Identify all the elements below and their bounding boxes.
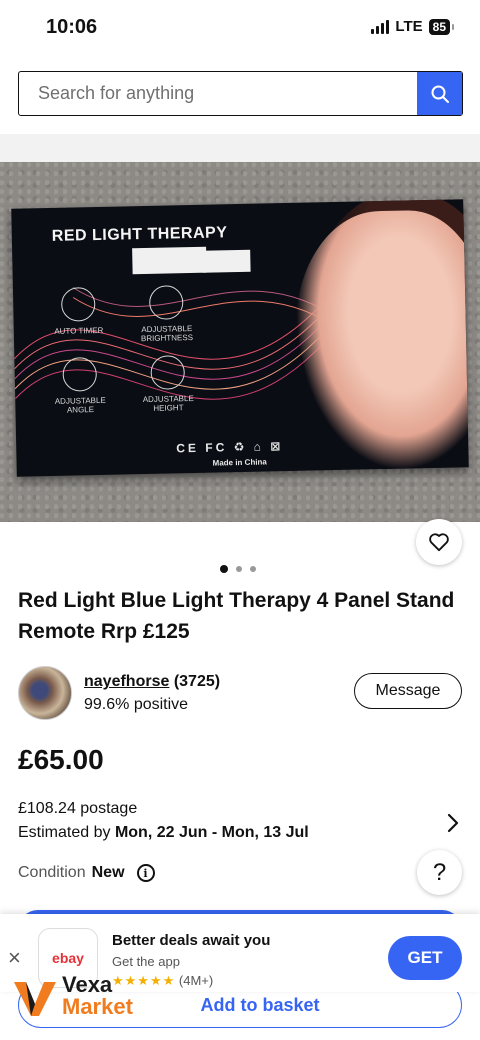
status-time: 10:06: [46, 16, 98, 38]
feature-adjustable-brightness: ADJUSTABLE BRIGHTNESS: [131, 285, 202, 343]
seller-info[interactable]: nayefhorse (3725): [84, 673, 220, 691]
get-app-button[interactable]: GET: [388, 936, 462, 980]
status-indicators: LTE 85: [371, 18, 455, 35]
network-type: LTE: [395, 18, 423, 35]
box-title: RED LIGHT THERAPY: [51, 224, 228, 245]
signal-icon: [371, 19, 390, 34]
listing-title: Red Light Blue Light Therapy 4 Panel Sta…: [18, 589, 455, 643]
feature-adjustable-angle: ADJUSTABLE ANGLE: [44, 357, 115, 415]
pagination-dot-2[interactable]: [236, 566, 242, 572]
help-button[interactable]: ?: [417, 850, 462, 895]
info-icon[interactable]: i: [136, 864, 155, 882]
feature-auto-timer: AUTO TIMER: [43, 287, 114, 336]
rating-count: (4M+): [178, 973, 214, 988]
watermark-text-2: Market: [62, 994, 133, 1019]
banner-title: Better deals await you: [112, 932, 271, 949]
product-box: RED LIGHT THERAPY AUTO TIMER ADJUSTABLE …: [11, 199, 469, 477]
estimate-prefix: Estimated by: [18, 824, 115, 841]
seller-positive: 99.6% positive: [84, 696, 189, 713]
model-face: [293, 208, 469, 473]
chevron-right-icon[interactable]: [446, 812, 460, 834]
watermark-logo: Vexa Market: [12, 972, 172, 1024]
message-button[interactable]: Message: [354, 673, 462, 709]
search-bar: [18, 71, 463, 116]
seller-username[interactable]: nayefhorse: [84, 673, 169, 690]
search-button[interactable]: [417, 72, 462, 115]
made-in-label: Made in China: [212, 457, 267, 468]
app-name: ebay: [52, 950, 84, 966]
condition-value: New: [91, 864, 125, 881]
watch-button[interactable]: [416, 519, 462, 565]
status-bar: 10:06 LTE 85: [0, 0, 480, 56]
search-input[interactable]: [19, 72, 417, 115]
barcode-sticker: [132, 246, 207, 275]
estimate-dates: Mon, 22 Jun - Mon, 13 Jul: [114, 824, 309, 841]
pagination-dot-1[interactable]: [220, 565, 228, 573]
image-pagination: [220, 565, 256, 573]
watermark-v-icon: [14, 982, 56, 1016]
pagination-dot-3[interactable]: [250, 566, 256, 572]
condition-row: Condition New i: [18, 864, 155, 882]
battery-icon: 85: [428, 18, 455, 35]
seller-feedback-count: (3725): [173, 673, 221, 690]
price: £65.00: [18, 744, 104, 775]
product-image[interactable]: RED LIGHT THERAPY AUTO TIMER ADJUSTABLE …: [0, 162, 480, 522]
delivery-estimate[interactable]: Estimated by Mon, 22 Jun - Mon, 13 Jul: [18, 824, 309, 842]
certification-marks: CE FC ♻ ⌂ ⊠: [176, 439, 284, 456]
image-top-band: [0, 134, 480, 162]
search-icon: [431, 85, 449, 103]
seller-avatar[interactable]: [18, 666, 72, 720]
banner-subtitle: Get the app: [112, 954, 180, 969]
feature-adjustable-height: ADJUSTABLE HEIGHT: [132, 355, 203, 413]
condition-label: Condition: [18, 864, 86, 881]
postage: £108.24 postage: [18, 800, 138, 817]
heart-icon: [429, 533, 449, 552]
close-icon[interactable]: ×: [8, 945, 21, 971]
uk-rep-sticker: [202, 249, 251, 273]
